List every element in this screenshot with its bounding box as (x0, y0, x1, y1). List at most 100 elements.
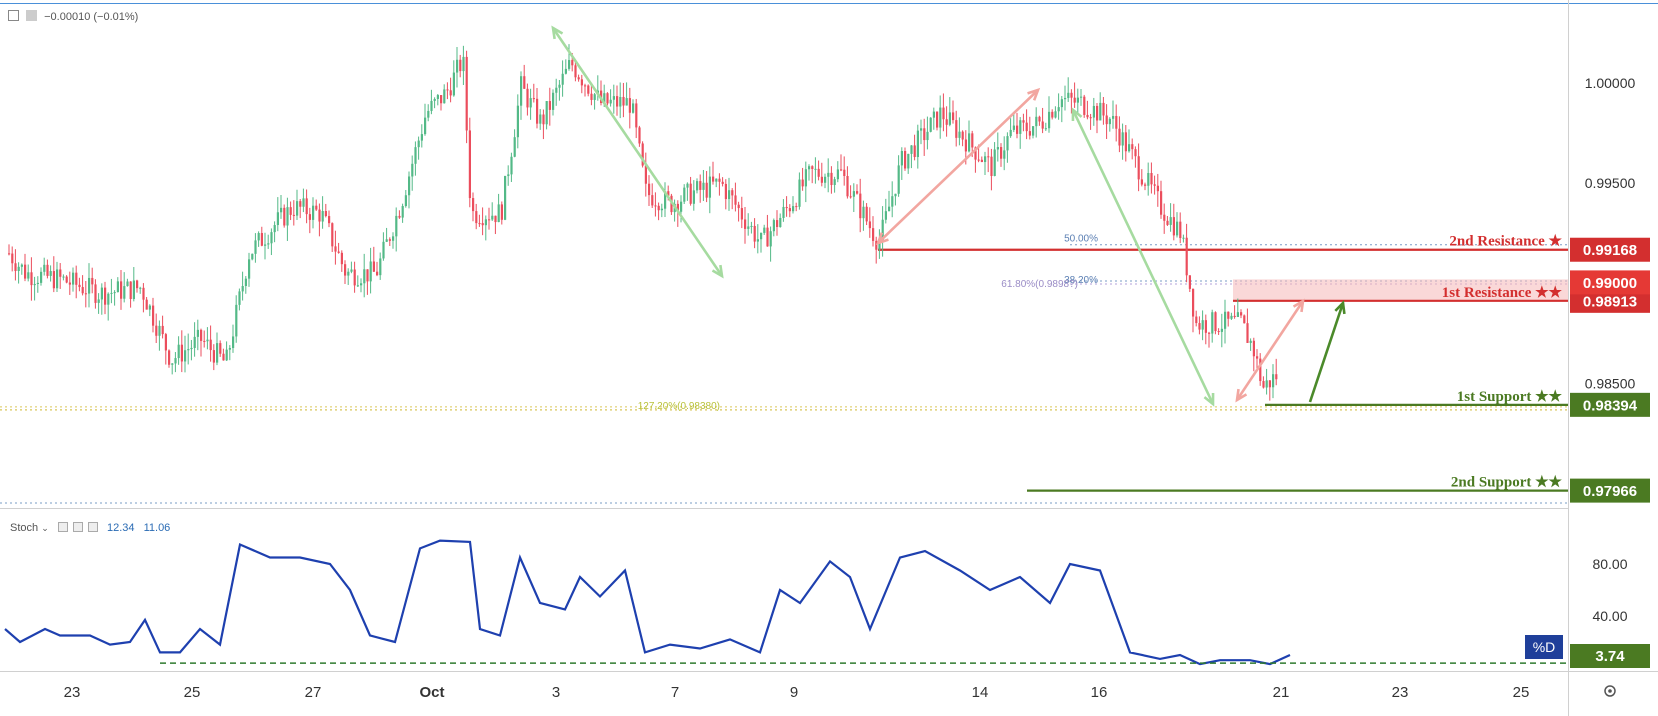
candle (939, 95, 942, 139)
candle-body (1089, 117, 1092, 119)
candle-body (785, 206, 788, 209)
candle (1272, 364, 1275, 399)
candle (1089, 113, 1092, 130)
candle-body (817, 168, 820, 177)
candle-body (1054, 111, 1057, 118)
candle-body (776, 220, 779, 227)
indicator-name[interactable]: Stoch (10, 522, 38, 534)
candle-body (734, 195, 737, 205)
candle (686, 182, 689, 201)
candle-body (1121, 132, 1124, 146)
candle (232, 324, 235, 353)
candle (78, 277, 81, 292)
candle (724, 179, 727, 210)
collapse-icon[interactable] (8, 10, 19, 21)
candle-body (622, 96, 625, 106)
candle-body (212, 350, 215, 363)
settings-gear-icon[interactable] (1604, 685, 1616, 697)
candle (433, 97, 436, 109)
candle-body (203, 340, 206, 342)
candle (763, 224, 766, 235)
candle-body (1051, 111, 1054, 118)
candle (1051, 109, 1054, 120)
candle (136, 279, 139, 293)
candle-body (520, 76, 523, 106)
candle (619, 82, 622, 119)
candle (219, 340, 222, 357)
gear-icon[interactable] (72, 522, 83, 532)
candle-body (913, 145, 916, 158)
candle-body (478, 223, 481, 225)
candle-body (1246, 323, 1249, 343)
candle (299, 199, 302, 219)
candle (510, 152, 513, 182)
candle (414, 141, 417, 176)
candle (814, 157, 817, 184)
candle (862, 200, 865, 231)
eye-icon[interactable] (57, 522, 68, 532)
candle (289, 201, 292, 221)
candle (52, 256, 55, 293)
candle-body (1217, 331, 1220, 333)
chart-canvas[interactable]: 2nd Resistance ★ 1st Resistance ★★ 1st Sup… (0, 0, 1658, 716)
candle-body (321, 211, 324, 222)
candle-body (75, 272, 78, 285)
candle-body (417, 140, 420, 148)
close-icon[interactable] (87, 522, 98, 532)
candle (1220, 313, 1223, 348)
candle-body (1096, 105, 1099, 121)
candle-body (654, 205, 657, 207)
candle-body (219, 343, 222, 354)
candle (737, 201, 740, 222)
candle (920, 119, 923, 145)
chevron-down-icon[interactable]: ⌄ (41, 523, 49, 533)
candle (945, 106, 948, 137)
candle-body (750, 225, 753, 227)
candle-body (104, 287, 107, 305)
candle-body (827, 172, 830, 177)
candle (350, 261, 353, 274)
candle-body (273, 225, 276, 233)
candle (1108, 117, 1111, 132)
candle-body (1060, 99, 1063, 108)
candle (84, 281, 87, 308)
candle (126, 278, 129, 287)
candle (366, 269, 369, 295)
candle (894, 193, 897, 206)
candle-body (456, 59, 459, 73)
candle (753, 218, 756, 249)
candle-body (1016, 125, 1019, 134)
candle (27, 264, 30, 282)
candle (820, 162, 823, 187)
candle (1083, 94, 1086, 118)
candle (200, 328, 203, 357)
candle-body (68, 282, 71, 285)
candle-body (660, 208, 663, 211)
candle-body (411, 163, 414, 177)
candle-body (836, 169, 839, 180)
candle (868, 207, 871, 238)
candle-body (238, 291, 241, 305)
candle-body (280, 207, 283, 213)
candle (718, 173, 721, 196)
candle-body (244, 278, 247, 287)
candle (801, 167, 804, 191)
candle (1179, 212, 1182, 244)
candle-body (43, 264, 46, 272)
candle (606, 92, 609, 106)
candle (836, 161, 839, 183)
candle-body (1182, 237, 1185, 239)
candle (1016, 112, 1019, 139)
candle (683, 184, 686, 205)
candle-body (779, 217, 782, 227)
candle-body (36, 282, 39, 284)
candle (689, 176, 692, 206)
candle-body (923, 128, 926, 141)
candle-body (916, 130, 919, 158)
candle-body (568, 60, 571, 69)
candle-body (443, 89, 446, 104)
candle (708, 166, 711, 214)
time-tick-label: 25 (184, 684, 201, 701)
candle (17, 262, 20, 284)
candle-body (808, 166, 811, 170)
